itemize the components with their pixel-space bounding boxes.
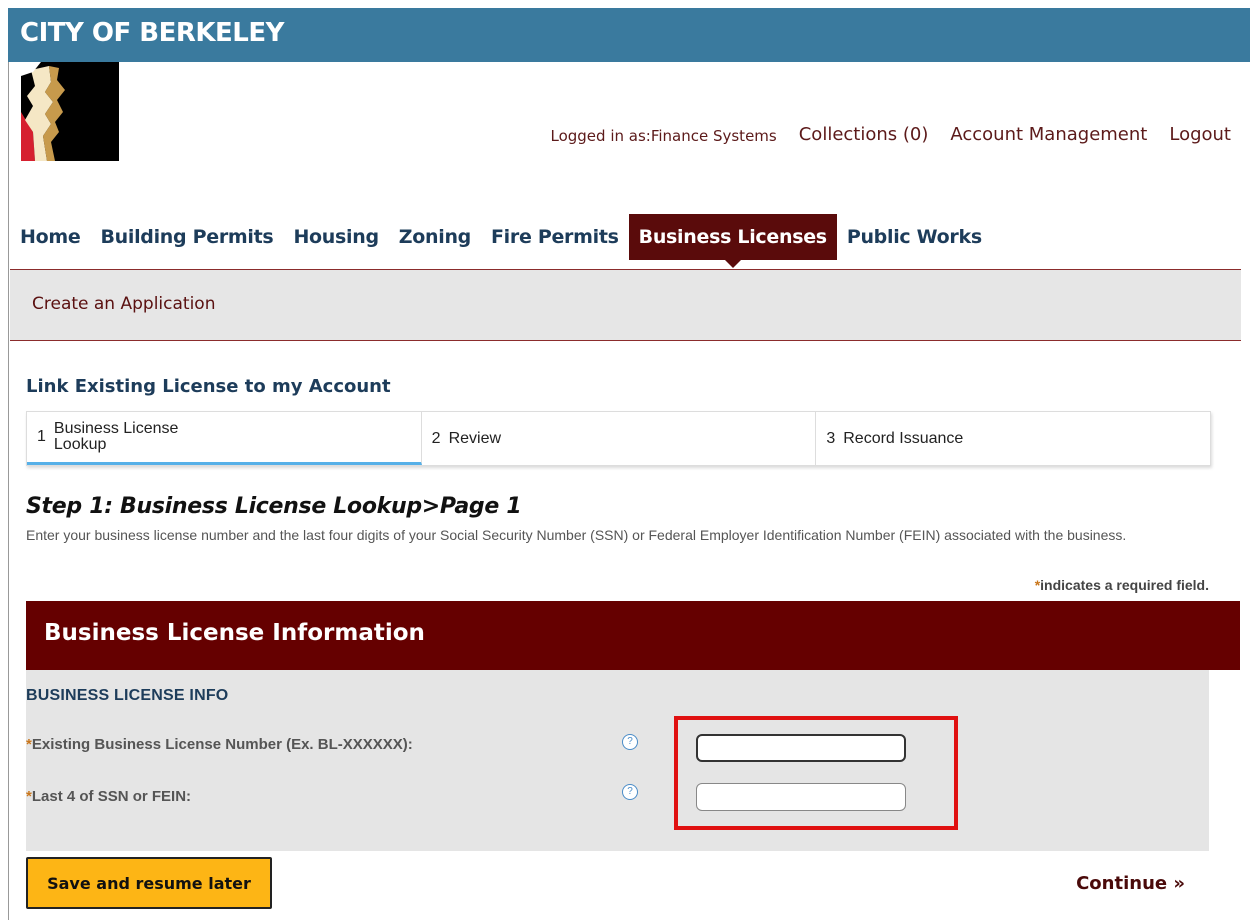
save-and-resume-button[interactable]: Save and resume later	[26, 857, 272, 909]
main-nav: Home Building Permits Housing Zoning Fir…	[10, 214, 992, 268]
panel-title: Business License Information	[44, 620, 425, 646]
step-business-license-lookup: 1 Business License Lookup	[27, 412, 422, 465]
account-management-link[interactable]: Account Management	[950, 124, 1147, 145]
license-number-label-text: Existing Business License Number (Ex. BL…	[31, 736, 413, 753]
required-note-text: indicates a required field.	[1040, 577, 1209, 593]
step-label: Record Issuance	[843, 429, 964, 447]
ssn-fein-label-text: Last 4 of SSN or FEIN:	[31, 788, 192, 805]
page-title: Link Existing License to my Account	[26, 376, 391, 397]
top-banner: CITY OF BERKELEY	[8, 8, 1250, 62]
nav-zoning[interactable]: Zoning	[389, 214, 481, 260]
nav-home[interactable]: Home	[10, 214, 90, 260]
step-record-issuance: 3 Record Issuance	[816, 412, 1210, 465]
nav-building-permits[interactable]: Building Permits	[90, 214, 283, 260]
create-application-link[interactable]: Create an Application	[32, 294, 215, 314]
ssn-fein-label: *Last 4 of SSN or FEIN:	[26, 788, 191, 805]
annotation-highlight-box	[674, 716, 958, 830]
account-links: Logged in as:Finance Systems Collections…	[550, 124, 1231, 145]
step-heading: Step 1: Business License Lookup>Page 1	[26, 494, 522, 519]
continue-button[interactable]: Continue »	[1076, 873, 1185, 894]
logged-in-user-link[interactable]: Logged in as:Finance Systems	[550, 124, 776, 145]
nav-housing[interactable]: Housing	[283, 214, 388, 260]
city-logo[interactable]	[21, 62, 119, 161]
city-name: CITY OF BERKELEY	[20, 18, 284, 48]
required-field-note: *indicates a required field.	[1035, 577, 1209, 593]
step-review: 2 Review	[422, 412, 817, 465]
nav-business-licenses[interactable]: Business Licenses	[628, 214, 837, 268]
section-title: BUSINESS LICENSE INFO	[26, 687, 229, 704]
form-panel-body: BUSINESS LICENSE INFO *Existing Business…	[26, 670, 1209, 851]
step-indicator: 1 Business License Lookup 2 Review 3 Rec…	[26, 411, 1211, 466]
step-label: Business License Lookup	[53, 420, 179, 453]
nav-public-works[interactable]: Public Works	[837, 214, 992, 260]
sub-nav-bar: Create an Application	[10, 269, 1241, 341]
step-number: 2	[431, 429, 441, 447]
step-number: 1	[37, 428, 46, 445]
form-panel-header: Business License Information	[26, 601, 1240, 670]
help-icon[interactable]: ?	[622, 734, 638, 750]
step-label: Review	[448, 429, 502, 447]
step-number: 3	[826, 429, 836, 447]
instructions-text: Enter your business license number and t…	[26, 527, 1127, 543]
collections-link[interactable]: Collections (0)	[799, 124, 929, 145]
nav-fire-permits[interactable]: Fire Permits	[481, 214, 629, 260]
license-number-label: *Existing Business License Number (Ex. B…	[26, 736, 413, 753]
logout-link[interactable]: Logout	[1169, 124, 1231, 145]
help-icon[interactable]: ?	[622, 784, 638, 800]
